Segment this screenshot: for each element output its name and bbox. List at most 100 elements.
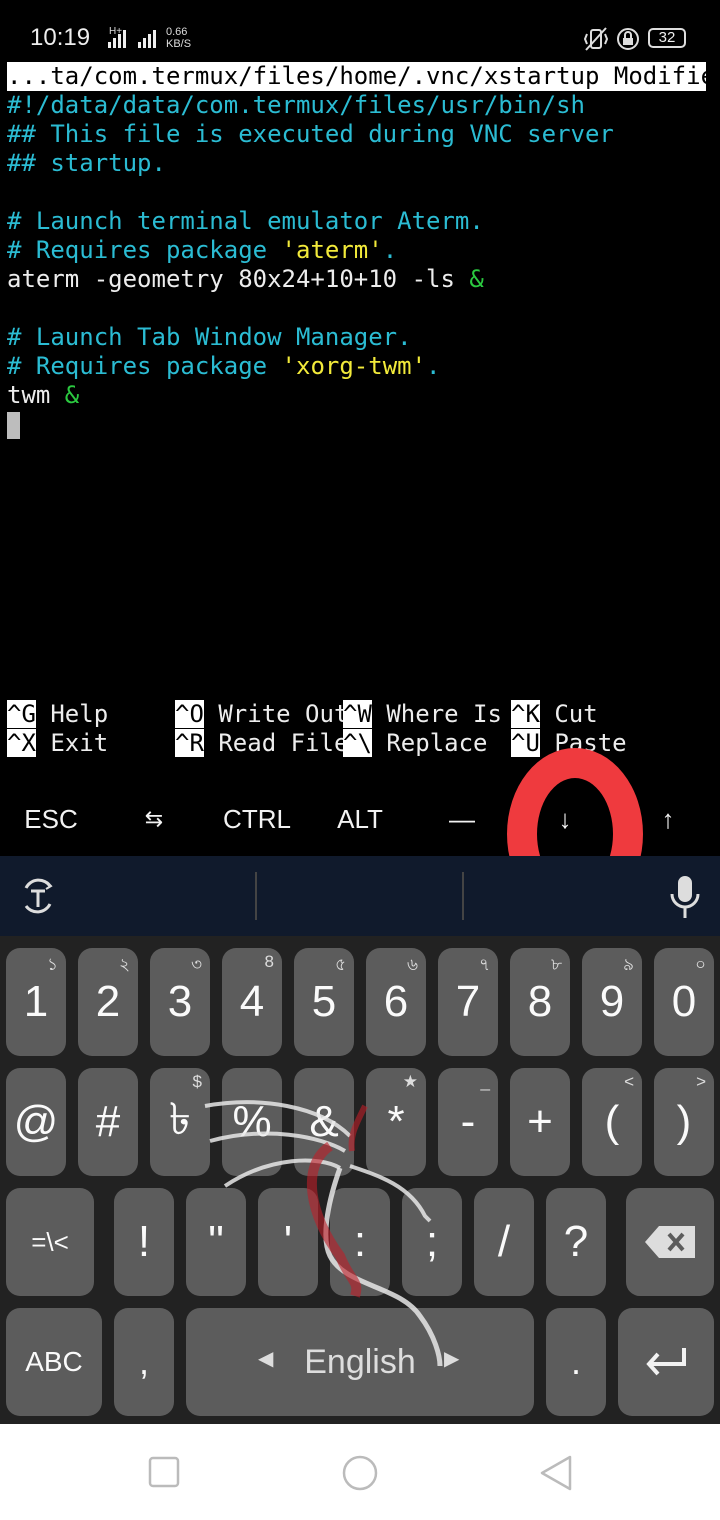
shortcut-label: Replace (371, 729, 488, 757)
recent-apps-icon[interactable] (148, 1456, 180, 1488)
shortcut-key: ^U (511, 729, 540, 757)
shortcut-where-is[interactable]: ^W Where Is (343, 700, 502, 729)
back-icon[interactable] (538, 1454, 574, 1492)
shortcut-exit[interactable]: ^X Exit (7, 729, 108, 758)
key-label: 5 (311, 977, 337, 1026)
enter-key[interactable] (618, 1308, 714, 1416)
code-line: # Launch Tab Window Manager. (7, 323, 412, 351)
battery-icon: 32 (648, 28, 686, 48)
key-label: % (232, 1097, 272, 1146)
shortcut-key: ^G (7, 700, 36, 728)
key-label: ? (563, 1217, 589, 1266)
key-label: ! (137, 1217, 151, 1266)
key-label: 7 (455, 977, 481, 1026)
key-close-paren[interactable]: >) (654, 1068, 714, 1176)
shortcut-key: ^X (7, 729, 36, 757)
key-3[interactable]: ৩3 (150, 948, 210, 1056)
vibrate-icon (583, 27, 609, 51)
microphone-icon[interactable] (668, 874, 702, 920)
shortcut-label: Cut (539, 700, 598, 728)
key-slash[interactable]: / (474, 1188, 534, 1296)
alt-key[interactable]: ALT (315, 786, 405, 852)
shortcut-write-out[interactable]: ^O Write Out (175, 700, 348, 729)
dash-key[interactable]: — (417, 786, 507, 852)
key-percent[interactable]: % (222, 1068, 282, 1176)
key-2[interactable]: ২2 (78, 948, 138, 1056)
shortcut-replace[interactable]: ^\ Replace (343, 729, 488, 758)
key-colon[interactable]: : (330, 1188, 390, 1296)
shortcut-key: ^W (343, 700, 372, 728)
code-comment: . (382, 236, 398, 264)
space-language-label: English (304, 1342, 416, 1381)
key-comma[interactable]: , (114, 1308, 174, 1416)
shortcut-read-file[interactable]: ^R Read File (175, 729, 348, 758)
chevron-right-icon: ▶ (444, 1348, 460, 1370)
key-label: . (570, 1341, 581, 1382)
key-label: & (309, 1097, 339, 1146)
key-plus[interactable]: + (510, 1068, 570, 1176)
ctrl-key[interactable]: CTRL (212, 786, 302, 852)
key-asterisk[interactable]: ★ * (366, 1068, 426, 1176)
code-line: twm & (7, 381, 79, 410)
key-double-quote[interactable]: " (186, 1188, 246, 1296)
key-8[interactable]: ৮8 (510, 948, 570, 1056)
key-question[interactable]: ? (546, 1188, 606, 1296)
code-comment: # Requires package (7, 352, 282, 380)
shortcut-label: Where Is (371, 700, 502, 728)
abc-key[interactable]: ABC (6, 1308, 102, 1416)
code-line: aterm -geometry 80x24+10+10 -ls & (7, 265, 484, 294)
navigation-bar (0, 1424, 720, 1520)
lock-rotation-icon (617, 28, 639, 50)
key-period[interactable]: . (546, 1308, 606, 1416)
key-at[interactable]: @ (6, 1068, 66, 1176)
key-hash[interactable]: # (78, 1068, 138, 1176)
clock: 10:19 (30, 24, 91, 51)
key-0[interactable]: ০0 (654, 948, 714, 1056)
shortcut-cut[interactable]: ^K Cut (511, 700, 598, 729)
key-label: + (527, 1097, 553, 1146)
backspace-icon (645, 1226, 695, 1258)
key-label: 9 (599, 977, 625, 1026)
key-6[interactable]: ৬6 (366, 948, 426, 1056)
backspace-key[interactable] (626, 1188, 714, 1296)
key-label: 0 (671, 977, 697, 1026)
enter-icon (646, 1348, 686, 1376)
code-command: twm (7, 381, 65, 409)
network-speed: 0.66 KB/S (166, 26, 191, 50)
key-ampersand[interactable]: & (294, 1068, 354, 1176)
shortcut-key: ^K (511, 700, 540, 728)
key-label: ABC (25, 1346, 83, 1377)
code-line: #!/data/data/com.termux/files/usr/bin/sh (7, 91, 585, 119)
symbols-toggle-key[interactable]: =\< (6, 1188, 94, 1296)
home-icon[interactable] (341, 1454, 379, 1492)
key-5[interactable]: ৫5 (294, 948, 354, 1056)
shortcut-help[interactable]: ^G Help (7, 700, 108, 729)
key-label: 8 (527, 977, 553, 1026)
key-exclamation[interactable]: ! (114, 1188, 174, 1296)
key-taka[interactable]: $ ৳ (150, 1068, 210, 1176)
key-4[interactable]: 84 (222, 948, 282, 1056)
shortcut-key: ^R (175, 729, 204, 757)
key-label: ) (676, 1097, 692, 1146)
shortcut-label: Exit (35, 729, 109, 757)
code-command: aterm -geometry 80x24+10+10 -ls (7, 265, 470, 293)
tab-key[interactable]: ⇆ (109, 786, 199, 852)
key-7[interactable]: ৭7 (438, 948, 498, 1056)
esc-key[interactable]: ESC (6, 786, 96, 852)
key-label: =\< (31, 1226, 69, 1257)
suggestion-divider (255, 872, 257, 920)
code-string: 'xorg-twm' (281, 352, 427, 380)
key-minus[interactable]: _ - (438, 1068, 498, 1176)
key-open-paren[interactable]: <( (582, 1068, 642, 1176)
code-string: 'aterm' (281, 236, 383, 264)
key-1[interactable]: ১1 (6, 948, 66, 1056)
code-comment: # Requires package (7, 236, 282, 264)
space-key[interactable]: ◀ English ▶ (186, 1308, 534, 1416)
key-semicolon[interactable]: ; (402, 1188, 462, 1296)
code-line: ## startup. (7, 149, 166, 177)
key-9[interactable]: ৯9 (582, 948, 642, 1056)
translate-icon[interactable] (18, 876, 58, 916)
suggestion-divider (462, 872, 464, 920)
key-single-quote[interactable]: ' (258, 1188, 318, 1296)
network-speed-unit: KB/S (166, 38, 192, 50)
